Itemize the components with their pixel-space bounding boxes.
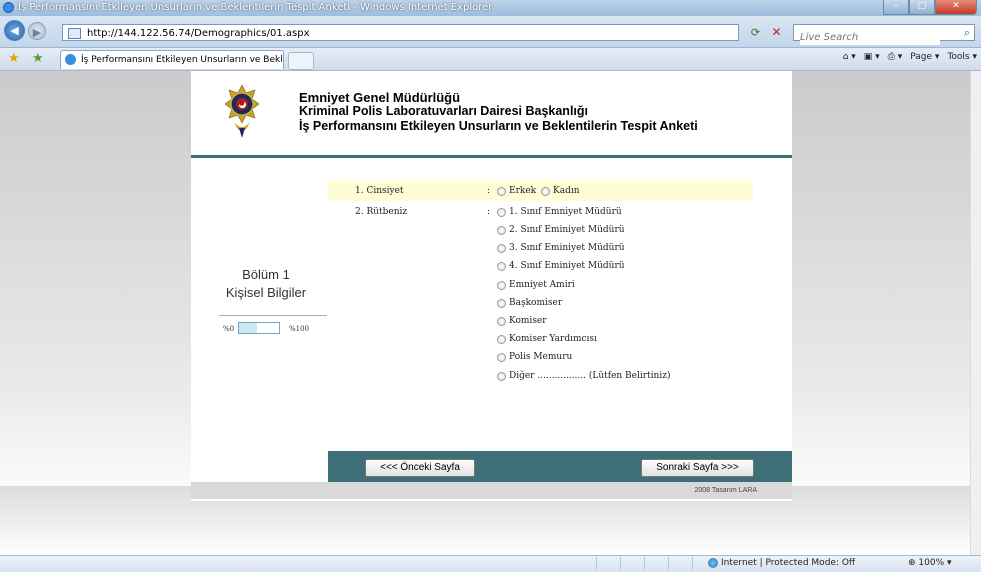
maximize-button[interactable]: □ (909, 0, 935, 15)
radio-button[interactable] (497, 352, 506, 362)
option-rank-3[interactable]: 3. Sınıf Eminiyet Müdürü (497, 243, 625, 253)
survey-title: İş Performansını Etkileyen Unsurların ve… (299, 119, 698, 133)
search-input[interactable] (800, 30, 940, 45)
add-favorites-icon[interactable]: ★ (32, 51, 44, 66)
stop-icon[interactable]: ✕ (768, 24, 785, 41)
previous-page-button[interactable]: <<< Önceki Sayfa (365, 459, 475, 477)
address-url: http://144.122.56.74/Demographics/01.asp… (87, 28, 310, 39)
radio-button[interactable] (497, 316, 506, 326)
section-number: Bölüm 1 (242, 267, 290, 282)
navigation-bar: <<< Önceki Sayfa Sonraki Sayfa >>> (328, 451, 792, 482)
option-rank-7[interactable]: Komiser (497, 316, 547, 326)
option-rank-5[interactable]: Emniyet Amiri (497, 280, 575, 290)
option-rank-1[interactable]: 1. Sınıf Emniyet Müdürü (497, 207, 622, 217)
browser-viewport: Emniyet Genel Müdürlüğü Kriminal Polis L… (0, 71, 981, 555)
globe-icon (708, 558, 718, 568)
tab-active[interactable]: İş Performansını Etkileyen Unsurların ve… (60, 50, 284, 69)
status-divider (692, 557, 693, 570)
tab-bar: ★ ★ İş Performansını Etkileyen Unsurları… (0, 48, 981, 71)
search-icon[interactable]: ⌕ (964, 26, 970, 40)
option-rank-other[interactable]: Diğer ................. (Lütfen Belirtin… (497, 371, 670, 381)
radio-button[interactable] (497, 261, 506, 271)
option-gender-female[interactable]: Kadın (541, 186, 580, 196)
forward-button[interactable]: ▶ (28, 22, 46, 40)
question-separator: : (487, 186, 491, 196)
option-rank-8[interactable]: Komiser Yardımcısı (497, 334, 597, 344)
option-rank-6[interactable]: Başkomiser (497, 298, 562, 308)
radio-button[interactable] (497, 186, 506, 196)
minimize-button[interactable]: – (883, 0, 909, 15)
radio-button[interactable] (497, 243, 506, 253)
progress-max-label: %100 (289, 325, 310, 333)
next-page-button[interactable]: Sonraki Sayfa >>> (641, 459, 754, 477)
address-toolbar: ◀ ▶ http://144.122.56.74/Demographics/01… (0, 16, 981, 48)
page-menu[interactable]: Page ▾ (910, 52, 939, 62)
copyright-footer: 2008 Tasarım LARA (191, 482, 792, 499)
department-name: Kriminal Polis Laboratuvarları Dairesi B… (299, 104, 588, 118)
radio-button[interactable] (497, 298, 506, 308)
right-gutter (792, 71, 970, 486)
option-rank-4[interactable]: 4. Sınıf Eminiyet Müdürü (497, 261, 625, 271)
tools-menu[interactable]: Tools ▾ (947, 52, 977, 62)
section-divider (219, 315, 327, 316)
ie-page-icon (65, 54, 76, 65)
status-divider (596, 557, 597, 570)
status-divider (644, 557, 645, 570)
search-box[interactable]: ⌕ (793, 24, 975, 45)
refresh-icon[interactable]: ⟳ (747, 24, 764, 41)
window-title: İş Performansını Etkileyen Unsurların ve… (18, 2, 493, 13)
survey-page: Emniyet Genel Müdürlüğü Kriminal Polis L… (191, 71, 792, 501)
zone-label: Internet | Protected Mode: Off (721, 558, 856, 568)
chevron-down-icon: ▾ (947, 558, 952, 568)
status-divider (668, 557, 669, 570)
new-tab-button[interactable] (288, 52, 314, 70)
question-gender-label: 1. Cinsiyet (355, 186, 404, 196)
progress-bar (238, 322, 280, 334)
radio-button[interactable] (497, 225, 506, 235)
zoom-control[interactable]: ⊕ 100% ▾ (908, 558, 952, 568)
back-button[interactable]: ◀ (4, 20, 25, 41)
zoom-level: 100% (918, 558, 945, 568)
window-title-bar: İş Performansını Etkileyen Unsurların ve… (0, 0, 981, 16)
ie-icon (3, 2, 14, 13)
header-divider (191, 155, 792, 158)
option-rank-9[interactable]: Polis Memuru (497, 352, 572, 362)
section-subtitle: Kişisel Bilgiler (225, 285, 307, 300)
option-rank-2[interactable]: 2. Sınıf Eminiyet Müdürü (497, 225, 625, 235)
radio-button[interactable] (541, 186, 550, 196)
question-separator: : (487, 207, 491, 217)
print-icon[interactable]: ⎙ ▾ (888, 52, 903, 62)
progress-fill (239, 323, 257, 333)
section-heading: Bölüm 1 Kişisel Bilgiler (211, 266, 321, 302)
address-field[interactable]: http://144.122.56.74/Demographics/01.asp… (62, 24, 739, 41)
page-icon (68, 28, 81, 39)
status-bar: Internet | Protected Mode: Off ⊕ 100% ▾ (0, 555, 981, 572)
question-rank-label: 2. Rütbeniz (355, 207, 408, 217)
org-name: Emniyet Genel Müdürlüğü (299, 90, 461, 105)
left-gutter (0, 71, 191, 486)
close-button[interactable]: ✕ (935, 0, 977, 15)
security-zone[interactable]: Internet | Protected Mode: Off (708, 558, 855, 568)
favorites-star-icon[interactable]: ★ (8, 51, 20, 66)
vertical-scrollbar[interactable] (970, 71, 981, 555)
status-divider (620, 557, 621, 570)
radio-button[interactable] (497, 207, 506, 217)
radio-button[interactable] (497, 280, 506, 290)
feeds-icon[interactable]: ▣ ▾ (864, 52, 880, 62)
zoom-icon: ⊕ (908, 558, 916, 568)
radio-button[interactable] (497, 334, 506, 344)
police-emblem-icon (225, 84, 259, 138)
home-icon[interactable]: ⌂ ▾ (843, 52, 856, 62)
progress-min-label: %0 (223, 325, 235, 333)
radio-button[interactable] (497, 371, 506, 381)
option-gender-male[interactable]: Erkek (497, 186, 536, 196)
tab-title: İş Performansını Etkileyen Unsurların ve… (81, 55, 283, 65)
